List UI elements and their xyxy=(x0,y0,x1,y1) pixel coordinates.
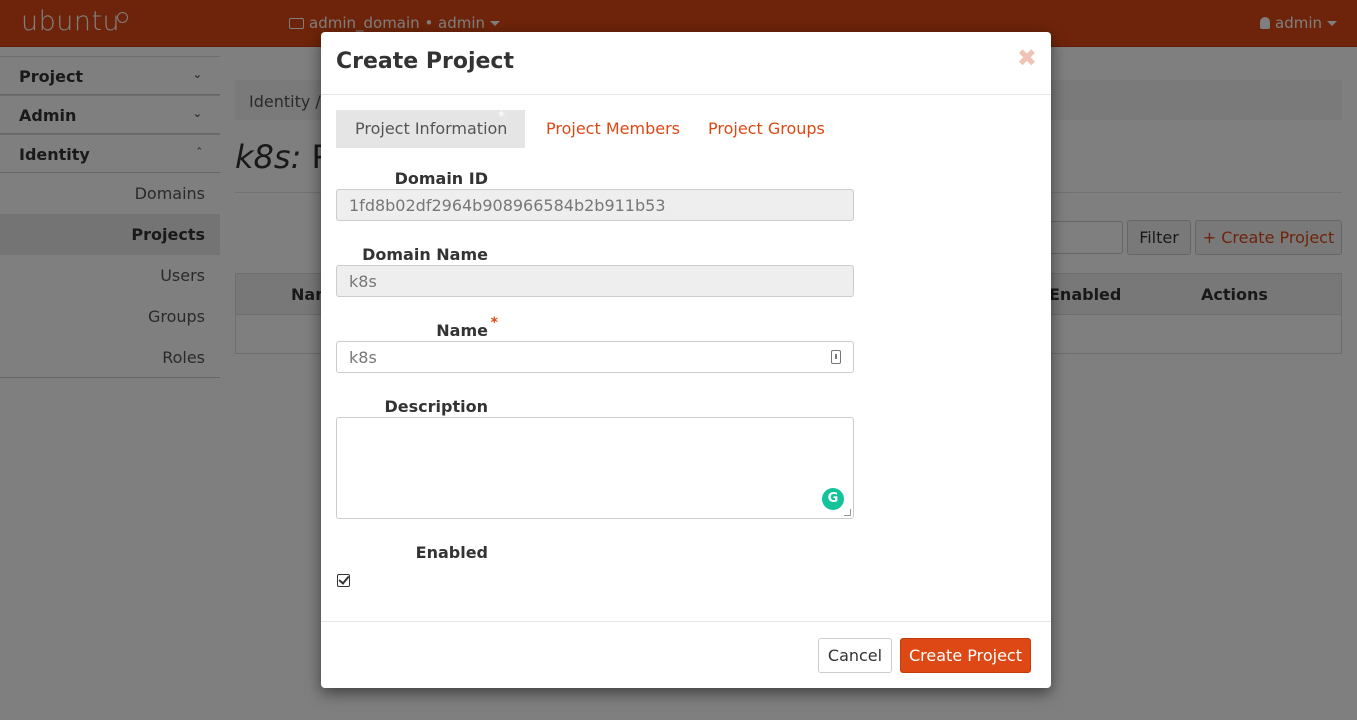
tab-project-groups[interactable]: Project Groups xyxy=(708,110,825,148)
domain-name-field: k8s xyxy=(336,265,854,297)
enabled-checkbox[interactable] xyxy=(337,574,350,587)
tab-project-members[interactable]: Project Members xyxy=(546,110,680,148)
enabled-label: Enabled xyxy=(415,543,488,562)
create-project-dialog: Create Project ✖ Project Information * P… xyxy=(321,32,1051,688)
description-textarea[interactable]: G xyxy=(336,417,854,519)
tab-label: Project Information xyxy=(355,119,508,138)
name-input[interactable]: k8s xyxy=(336,341,854,373)
resize-handle-icon[interactable] xyxy=(844,509,851,516)
name-input-value: k8s xyxy=(349,348,377,367)
domain-id-field: 1fd8b02df2964b908966584b2b911b53 xyxy=(336,189,854,221)
cancel-button[interactable]: Cancel xyxy=(818,638,892,673)
modal-title: Create Project xyxy=(336,49,514,74)
name-label-text: Name xyxy=(436,321,488,340)
tab-project-information[interactable]: Project Information * xyxy=(336,109,525,148)
description-label: Description xyxy=(384,397,488,416)
name-label: Name * xyxy=(336,315,498,340)
create-project-submit-button[interactable]: Create Project xyxy=(900,638,1031,673)
modal-header: Create Project ✖ xyxy=(321,32,1051,95)
required-star: * xyxy=(490,315,498,331)
domain-id-label: Domain ID xyxy=(394,169,488,188)
grammarly-icon[interactable]: G xyxy=(822,488,844,510)
required-dot: * xyxy=(498,109,505,125)
close-icon[interactable]: ✖ xyxy=(1017,44,1037,72)
domain-name-label: Domain Name xyxy=(362,245,488,264)
password-manager-icon[interactable] xyxy=(831,350,841,364)
modal-footer: Cancel Create Project xyxy=(321,621,1051,688)
